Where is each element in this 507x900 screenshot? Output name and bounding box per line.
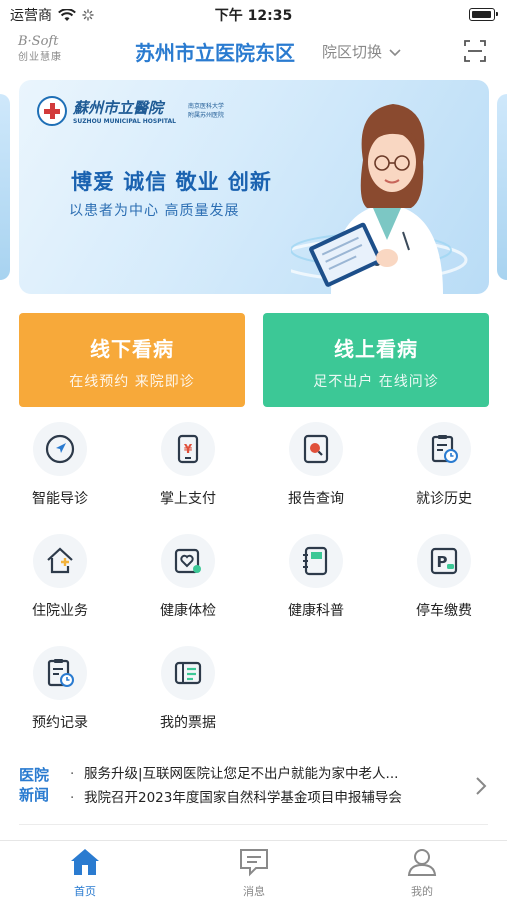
tab-mine[interactable]: 我的: [382, 847, 462, 899]
doctor-illustration: [291, 104, 468, 294]
chevron-right-icon[interactable]: [475, 776, 487, 796]
banner-slide[interactable]: 蘇州市立醫院 SUZHOU MUNICIPAL HOSPITAL 南京医科大学 …: [19, 80, 489, 294]
parking-icon: P: [417, 534, 471, 588]
banner-peek-left: [0, 94, 10, 280]
tab-label: 首页: [74, 885, 96, 898]
svg-text:P: P: [437, 553, 448, 571]
banner-logo-side: 南京医科大学 附属苏州医院: [188, 102, 224, 120]
tab-home[interactable]: 首页: [45, 847, 125, 899]
inpatient-icon: [33, 534, 87, 588]
grid-label: 我的票据: [160, 715, 216, 731]
payment-icon: ¥: [161, 422, 215, 476]
news-tag: 医院新闻: [19, 766, 50, 804]
banner-peek-right: [497, 94, 507, 280]
health-book-icon: [289, 534, 343, 588]
tab-bar: 首页 消息 我的: [0, 840, 507, 900]
grid-item-report-query[interactable]: 报告查询: [256, 422, 376, 508]
grid-item-health-checkup[interactable]: 健康体检: [128, 534, 248, 620]
offline-visit-title: 线下看病: [90, 337, 174, 361]
grid-item-appointment-records[interactable]: 预约记录: [0, 646, 120, 732]
user-icon: [407, 849, 437, 876]
offline-visit-card[interactable]: 线下看病 在线预约 来院即诊: [19, 313, 245, 407]
banner-logo-en: SUZHOU MUNICIPAL HOSPITAL: [73, 118, 176, 125]
online-visit-card[interactable]: 线上看病 足不出户 在线问诊: [263, 313, 489, 407]
grid-label: 健康体检: [160, 603, 216, 619]
grid-label: 健康科普: [288, 603, 344, 619]
home-icon: [71, 849, 99, 875]
hospital-name: 苏州市立医院东区: [135, 41, 295, 65]
grid-item-inpatient[interactable]: 住院业务: [0, 534, 120, 620]
grid-item-parking-fee[interactable]: P 停车缴费: [384, 534, 504, 620]
grid-item-mobile-pay[interactable]: ¥ 掌上支付: [128, 422, 248, 508]
battery-icon: [469, 8, 498, 21]
offline-visit-subtitle: 在线预约 来院即诊: [69, 374, 195, 390]
grid-label: 智能导诊: [32, 491, 88, 507]
news-item-text: 服务升级|互联网医院让您足不出户就能为家中老人...: [84, 766, 399, 782]
tab-label: 我的: [411, 885, 433, 898]
banner-hospital-logo: 蘇州市立醫院 SUZHOU MUNICIPAL HOSPITAL 南京医科大学 …: [37, 96, 224, 126]
svg-text:¥: ¥: [184, 442, 193, 456]
divider: [19, 824, 488, 825]
news-list: · 服务升级|互联网医院让您足不出户就能为家中老人... · 我院召开2023年度国…: [70, 762, 450, 810]
report-search-icon: [289, 422, 343, 476]
scan-icon[interactable]: [463, 39, 487, 63]
bullet-icon: ·: [70, 766, 75, 782]
grid-label: 报告查询: [288, 491, 344, 507]
banner-logo-side-2: 附属苏州医院: [187, 112, 224, 119]
compass-icon: [33, 422, 87, 476]
banner-subslogan: 以患者为中心 高质量发展: [69, 203, 240, 219]
message-icon: [240, 849, 268, 877]
tab-label: 消息: [243, 885, 265, 898]
bullet-icon: ·: [70, 790, 75, 806]
online-visit-title: 线上看病: [334, 337, 418, 361]
banner-logo-cn: 蘇州市立醫院: [73, 99, 164, 117]
grid-label: 掌上支付: [160, 491, 216, 507]
banner-carousel[interactable]: 蘇州市立醫院 SUZHOU MUNICIPAL HOSPITAL 南京医科大学 …: [0, 80, 507, 294]
status-time: 下午 12:35: [214, 8, 293, 24]
receipt-icon: [161, 646, 215, 700]
chevron-down-icon: [389, 48, 401, 56]
app-header: B·Soft 创业慧康 苏州市立医院东区 院区切换: [0, 28, 507, 74]
appointment-record-icon: [33, 646, 87, 700]
banner-logo-side-1: 南京医科大学: [187, 103, 224, 110]
campus-switch-button[interactable]: 院区切换: [322, 41, 401, 62]
logo-bottom-text: 创业慧康: [18, 52, 62, 63]
news-item[interactable]: · 服务升级|互联网医院让您足不出户就能为家中老人...: [70, 762, 450, 786]
history-icon: [417, 422, 471, 476]
grid-label: 预约记录: [32, 715, 88, 731]
tab-messages[interactable]: 消息: [214, 847, 294, 899]
campus-switch-label: 院区切换: [322, 43, 383, 61]
grid-label: 就诊历史: [416, 491, 472, 507]
grid-label: 停车缴费: [416, 603, 472, 619]
grid-label: 住院业务: [32, 603, 88, 619]
grid-item-health-education[interactable]: 健康科普: [256, 534, 376, 620]
hospital-emblem-icon: [37, 96, 67, 126]
grid-item-my-receipts[interactable]: 我的票据: [128, 646, 248, 732]
banner-slogan: 博爱 诚信 敬业 创新: [71, 170, 272, 194]
news-item[interactable]: · 我院召开2023年度国家自然科学基金项目申报辅导会: [70, 786, 450, 810]
logo-top-text: B·Soft: [18, 34, 59, 49]
hospital-news[interactable]: 医院新闻 · 服务升级|互联网医院让您足不出户就能为家中老人... · 我院召开20…: [0, 748, 507, 824]
checkup-icon: [161, 534, 215, 588]
grid-item-smart-guide[interactable]: 智能导诊: [0, 422, 120, 508]
online-visit-subtitle: 足不出户 在线问诊: [313, 374, 439, 390]
brand-logo: B·Soft 创业慧康: [18, 34, 78, 68]
grid-item-visit-history[interactable]: 就诊历史: [384, 422, 504, 508]
news-item-text: 我院召开2023年度国家自然科学基金项目申报辅导会: [84, 790, 402, 806]
status-bar: 运营商 下午 12:35: [0, 0, 507, 28]
